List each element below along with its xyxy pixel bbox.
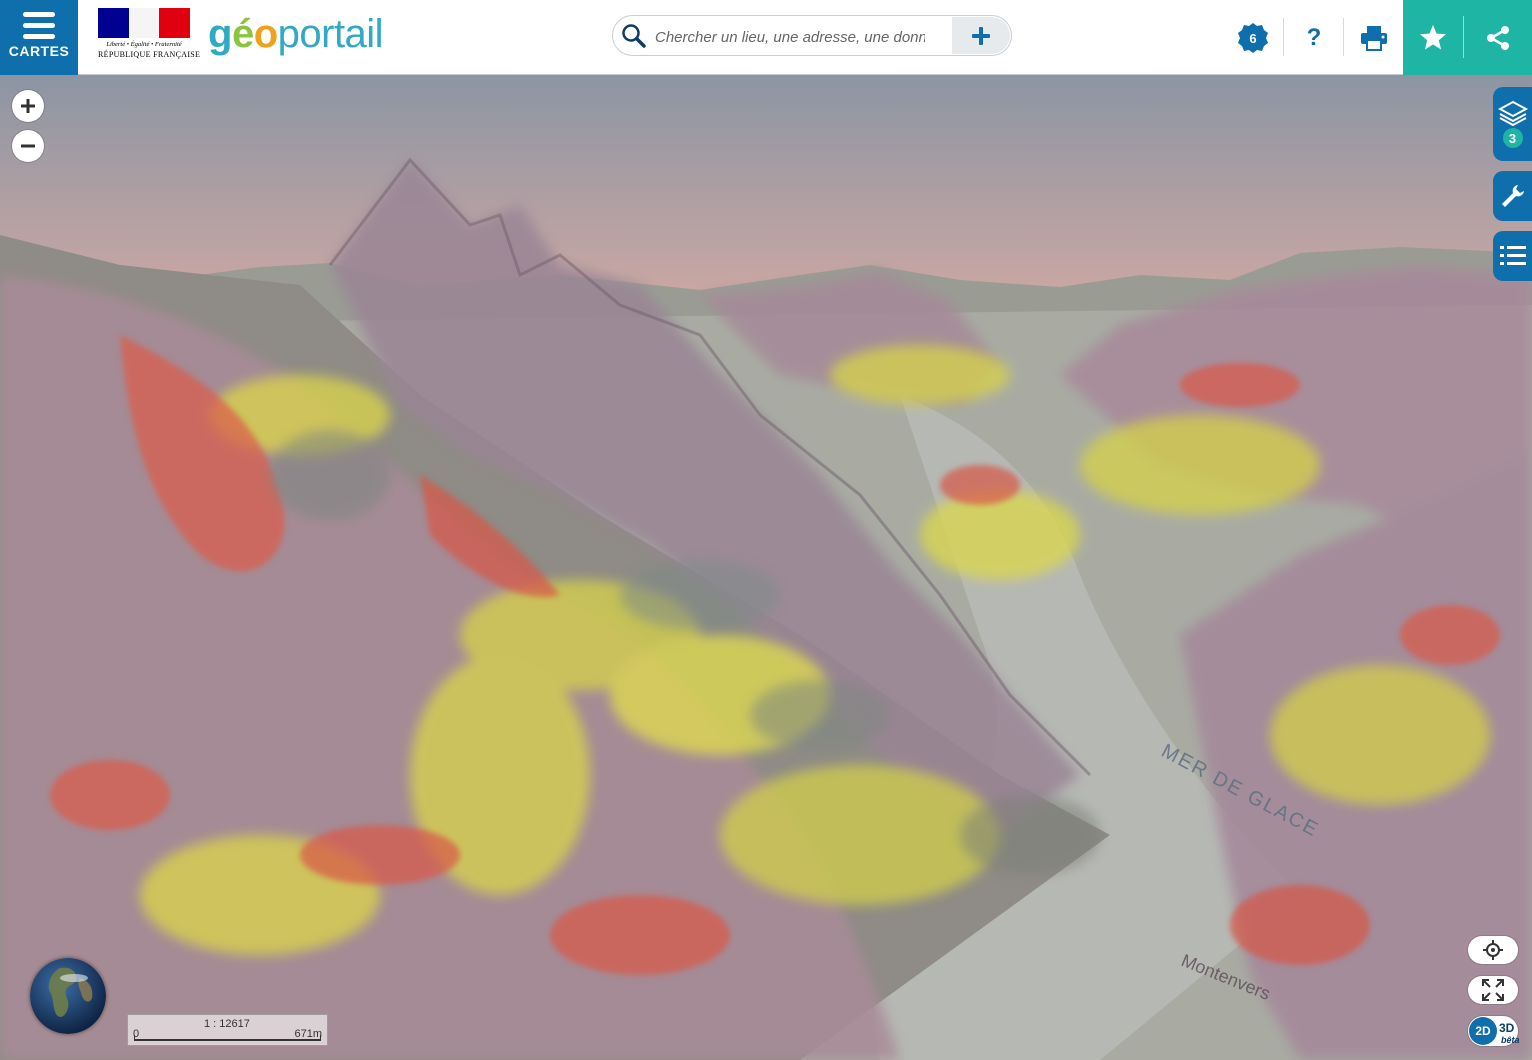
- geoportail-logo[interactable]: géoportail: [208, 10, 384, 58]
- layers-icon: [1497, 100, 1528, 126]
- search-input[interactable]: [653, 24, 927, 50]
- republic-name: RÉPUBLIQUE FRANÇAISE: [98, 50, 201, 59]
- tools-button[interactable]: [1493, 171, 1532, 221]
- share-icon: [1487, 25, 1509, 50]
- french-flag-icon: [98, 8, 191, 38]
- terrain-overlay: MER DE GLACE Montenvers: [0, 75, 1532, 1060]
- layers-count-badge: 3: [1502, 128, 1523, 148]
- layers-button[interactable]: 3: [1493, 87, 1532, 161]
- minus-icon: [21, 144, 35, 148]
- notification-count: 6: [1249, 31, 1256, 46]
- help-button[interactable]: ?: [1294, 0, 1334, 75]
- favorites-button[interactable]: [1403, 0, 1463, 75]
- fullscreen-icon: [1482, 979, 1504, 1001]
- zoom-out-button[interactable]: [12, 130, 44, 162]
- help-icon: ?: [1306, 23, 1322, 51]
- search-icon[interactable]: [621, 23, 647, 49]
- print-icon: [1361, 25, 1387, 51]
- add-data-button[interactable]: [952, 17, 1010, 54]
- notification-icon: 6: [1238, 22, 1268, 53]
- republic-motto: Liberté • Égalité • Fraternité: [106, 41, 182, 48]
- plus-icon: [972, 26, 990, 45]
- scale-ratio: 1 : 12617: [204, 1018, 250, 1030]
- divider: [1343, 18, 1344, 56]
- fullscreen-button[interactable]: [1468, 976, 1518, 1004]
- wrench-icon: [1501, 185, 1524, 207]
- search-bar: [612, 15, 1012, 56]
- geolocate-button[interactable]: [1468, 936, 1518, 964]
- divider: [1283, 18, 1284, 56]
- 3d-map-view[interactable]: MER DE GLACE Montenvers 3 1: 12617 0 67…: [0, 75, 1532, 1060]
- toggle-2d[interactable]: 2D: [1469, 1017, 1497, 1045]
- zoom-in-button[interactable]: [12, 90, 44, 122]
- scale-bar: 1 : 12617 0 671m: [127, 1014, 328, 1046]
- republique-francaise-logo: Liberté • Égalité • Fraternité RÉPUBLIQU…: [98, 8, 201, 66]
- print-button[interactable]: [1352, 0, 1396, 75]
- 2d-3d-toggle[interactable]: 2D 3D bêta: [1468, 1016, 1520, 1046]
- globe-overview-button[interactable]: [30, 958, 106, 1034]
- legend-list-button[interactable]: [1493, 231, 1532, 281]
- toggle-3d[interactable]: 3D: [1499, 1021, 1514, 1035]
- list-icon: [1499, 246, 1526, 265]
- maps-menu-button[interactable]: CARTES: [0, 0, 78, 75]
- action-panel: [1403, 0, 1532, 75]
- scale-line: [134, 1035, 321, 1041]
- notifications-button[interactable]: 6: [1232, 0, 1274, 75]
- menu-icon: [23, 12, 55, 45]
- top-bar: CARTES Liberté • Égalité • Fraternité RÉ…: [0, 0, 1532, 75]
- crosshair-icon: [1483, 940, 1503, 960]
- star-icon: [1420, 25, 1446, 50]
- share-button[interactable]: [1464, 0, 1532, 75]
- plus-icon: [21, 99, 35, 113]
- beta-label: bêta: [1501, 1035, 1520, 1045]
- menu-label: CARTES: [8, 43, 70, 59]
- globe-icon: [30, 958, 106, 1034]
